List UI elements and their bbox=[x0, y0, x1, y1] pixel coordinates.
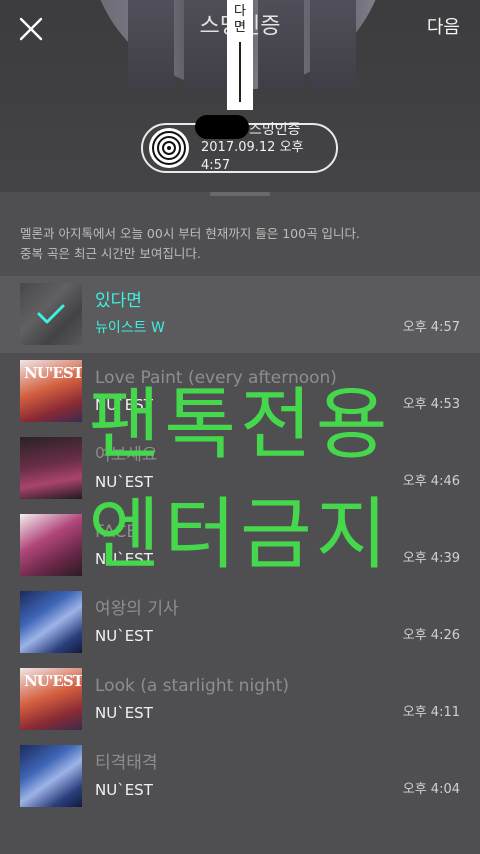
list-item[interactable]: 여보세요 NU`EST 오후 4:46 bbox=[0, 430, 480, 507]
pill-title-text: 스밍인증 bbox=[249, 122, 301, 138]
album-logo: NU'EST bbox=[24, 672, 82, 690]
song-artist: 뉴이스트 W bbox=[95, 320, 165, 336]
list-item[interactable]: NU'EST Look (a starlight night) NU`EST 오… bbox=[0, 661, 480, 738]
album-thumbnail: NU'EST bbox=[20, 668, 82, 730]
song-title: Love Paint (every afternoon) bbox=[95, 368, 337, 388]
list-item[interactable]: 여왕의 기사 NU`EST 오후 4:26 bbox=[0, 584, 480, 661]
badge-bar bbox=[239, 42, 241, 102]
song-title: 있다면 bbox=[95, 291, 142, 311]
album-thumbnail bbox=[20, 514, 82, 576]
selected-check-overlay bbox=[20, 283, 82, 345]
header-area: 스밍인증 다 면 다음 스밍인증 2017.09.12 오후 4:57 bbox=[0, 0, 480, 192]
info-line-1: 멜론과 아지톡에서 오늘 00시 부터 현재까지 들은 100곡 입니다. bbox=[20, 226, 361, 241]
album-thumbnail bbox=[20, 745, 82, 807]
sheet-handle[interactable] bbox=[210, 192, 270, 196]
song-artist: NU`EST bbox=[95, 781, 153, 799]
album-thumbnail: NU'EST bbox=[20, 360, 82, 422]
song-artist: NU`EST bbox=[95, 473, 153, 491]
song-list: 있다면 뉴이스트 W 오후 4:57 NU'EST Love Paint (ev… bbox=[0, 276, 480, 815]
song-time: 오후 4:04 bbox=[402, 782, 460, 797]
badge-char: 면 bbox=[234, 20, 246, 35]
song-time: 오후 4:46 bbox=[402, 474, 460, 489]
song-time: 오후 4:11 bbox=[402, 705, 460, 720]
disc-graphic bbox=[152, 131, 186, 165]
disc-icon bbox=[149, 128, 189, 168]
song-time: 오후 4:57 bbox=[402, 320, 460, 335]
next-button[interactable]: 다음 bbox=[427, 14, 460, 42]
info-text: 멜론과 아지톡에서 오늘 00시 부터 현재까지 들은 100곡 입니다. 중복… bbox=[20, 224, 460, 264]
vertical-title-badge: 다 면 bbox=[227, 0, 253, 110]
list-item[interactable]: 있다면 뉴이스트 W 오후 4:57 bbox=[0, 276, 480, 353]
song-time: 오후 4:53 bbox=[402, 397, 460, 412]
song-title: 여왕의 기사 bbox=[95, 599, 179, 619]
album-logo: NU'EST bbox=[24, 364, 82, 382]
list-item[interactable]: NU'EST Love Paint (every afternoon) NU`E… bbox=[0, 353, 480, 430]
album-thumbnail bbox=[20, 591, 82, 653]
list-item[interactable]: FACE NU`EST 오후 4:39 bbox=[0, 507, 480, 584]
song-artist: NU`EST bbox=[95, 627, 153, 645]
song-time: 오후 4:39 bbox=[402, 551, 460, 566]
badge-char: 다 bbox=[234, 4, 246, 19]
song-artist: NU`EST bbox=[95, 550, 153, 568]
song-list-sheet: 멜론과 아지톡에서 오늘 00시 부터 현재까지 들은 100곡 입니다. 중복… bbox=[0, 192, 480, 854]
check-icon bbox=[37, 304, 65, 324]
streaming-proof-pill[interactable]: 스밍인증 2017.09.12 오후 4:57 bbox=[141, 115, 338, 175]
pill-title: 스밍인증 bbox=[195, 115, 336, 139]
song-artist: NU`EST bbox=[95, 704, 153, 722]
song-artist: NU`EST bbox=[95, 396, 153, 414]
song-title: Look (a starlight night) bbox=[95, 676, 290, 696]
list-item[interactable]: 티격태격 NU`EST 오후 4:04 bbox=[0, 738, 480, 815]
song-time: 오후 4:26 bbox=[402, 628, 460, 643]
song-title: 티격태격 bbox=[95, 753, 158, 773]
pill-date: 2017.09.12 오후 4:57 bbox=[201, 140, 304, 173]
song-title: 여보세요 bbox=[95, 445, 158, 465]
song-title: FACE bbox=[95, 522, 138, 542]
info-line-2: 중복 곡은 최근 시간만 보여집니다. bbox=[20, 246, 201, 261]
pill-texts: 스밍인증 2017.09.12 오후 4:57 bbox=[195, 115, 336, 175]
album-thumbnail bbox=[20, 437, 82, 499]
